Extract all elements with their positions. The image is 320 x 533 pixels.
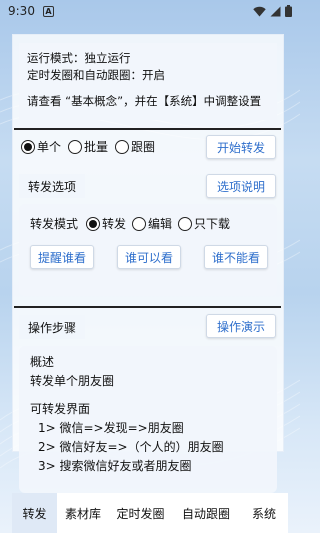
nav-materials[interactable]: 素材库 (57, 493, 109, 533)
bottom-nav: 转发 素材库 定时发圈 自动跟圈 系统 (12, 493, 288, 533)
radio-mode-forward-label: 转发 (102, 217, 127, 231)
radio-single-label: 单个 (37, 140, 62, 154)
radio-follow-label: 跟圈 (131, 140, 156, 154)
radio-batch-label: 批量 (84, 140, 109, 154)
demo-button[interactable]: 操作演示 (206, 314, 276, 338)
steps-content: 概述 转发单个朋友圈 可转发界面 1> 微信=>发现=>朋友圈 2> 微信好友=… (30, 353, 270, 487)
radio-single[interactable]: 单个 (21, 138, 61, 155)
nav-forward[interactable]: 转发 (12, 493, 57, 533)
nav-system[interactable]: 系统 (240, 493, 288, 533)
wifi-icon (253, 6, 266, 16)
signal-icon (270, 6, 281, 16)
radio-unselected-icon (115, 139, 130, 154)
forward-options-label: 转发选项 (19, 174, 85, 198)
steps-item-3: 3> 搜索微信好友或者朋友圈 (38, 459, 192, 473)
divider-top (14, 128, 281, 130)
settings-hint-line: 请查看 “基本概念”，并在【系统】中调整设置 (27, 94, 262, 108)
start-forward-button[interactable]: 开始转发 (206, 135, 276, 159)
status-icons (253, 5, 292, 17)
forward-type-group: 单个 批量 跟圈 (21, 138, 162, 155)
who-cannot-see-button[interactable]: 谁不能看 (204, 245, 268, 269)
steps-item-2: 2> 微信好友=>（个人的）朋友圈 (38, 440, 224, 454)
radio-mode-download[interactable]: 只下载 (178, 215, 230, 232)
who-can-see-button[interactable]: 谁可以看 (117, 245, 181, 269)
radio-follow[interactable]: 跟圈 (115, 138, 155, 155)
radio-mode-download-label: 只下载 (194, 217, 231, 231)
steps-overview-text: 转发单个朋友圈 (30, 374, 115, 388)
steps-heading-screens: 可转发界面 (30, 402, 91, 416)
forward-mode-title: 转发模式 (30, 217, 79, 231)
radio-selected-icon (86, 216, 101, 231)
radio-mode-edit-label: 编辑 (148, 217, 173, 231)
radio-unselected-icon (68, 139, 83, 154)
steps-label: 操作步骤 (19, 315, 85, 339)
radio-batch[interactable]: 批量 (68, 138, 108, 155)
radio-selected-icon (21, 139, 35, 154)
run-mode-info: 运行模式：独立运行 定时发圈和自动跟圈：开启 请查看 “基本概念”，并在【系统】… (19, 43, 277, 120)
status-bar: 9:30 A (0, 0, 300, 22)
steps-item-1: 1> 微信=>发现=>朋友圈 (38, 421, 184, 435)
options-help-button[interactable]: 选项说明 (206, 174, 276, 198)
notification-icon: A (42, 5, 54, 17)
radio-unselected-icon (132, 216, 147, 231)
battery-icon (285, 5, 292, 17)
steps-heading-overview: 概述 (30, 355, 55, 369)
forward-mode-group: 转发模式 转发 编辑 只下载 (30, 215, 236, 232)
divider-middle (14, 306, 281, 308)
status-time: 9:30 (8, 4, 35, 18)
radio-unselected-icon (178, 216, 193, 231)
remind-who-button[interactable]: 提醒谁看 (30, 245, 94, 269)
schedule-status-line: 定时发圈和自动跟圈：开启 (27, 68, 165, 82)
radio-mode-forward[interactable]: 转发 (86, 215, 126, 232)
run-mode-line: 运行模式：独立运行 (27, 51, 131, 65)
radio-mode-edit[interactable]: 编辑 (132, 215, 172, 232)
nav-auto-follow[interactable]: 自动跟圈 (172, 493, 240, 533)
nav-scheduled-post[interactable]: 定时发圈 (109, 493, 172, 533)
